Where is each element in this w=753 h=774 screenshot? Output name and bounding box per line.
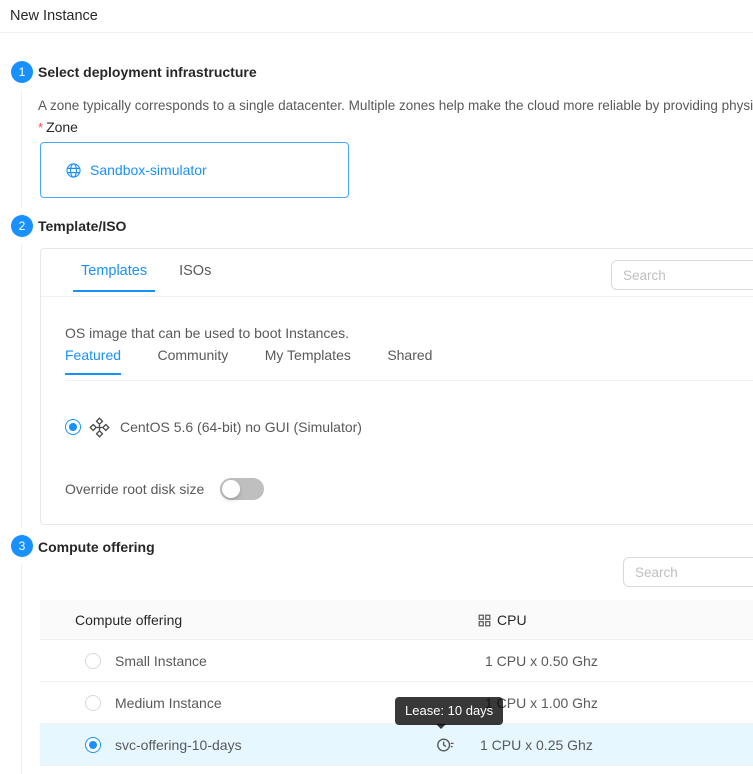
step-1-title: Select deployment infrastructure bbox=[38, 64, 257, 80]
table-header: Compute offering CPU bbox=[40, 600, 753, 640]
column-compute-offering: Compute offering bbox=[75, 600, 182, 640]
template-description: OS image that can be used to boot Instan… bbox=[65, 325, 349, 341]
filter-tab-featured[interactable]: Featured bbox=[65, 347, 121, 375]
column-cpu: CPU bbox=[478, 600, 527, 640]
step-2-title: Template/ISO bbox=[38, 218, 126, 234]
clock-icon[interactable] bbox=[436, 736, 454, 754]
column-cpu-label: CPU bbox=[497, 612, 527, 628]
globe-icon bbox=[65, 162, 82, 179]
zone-description: A zone typically corresponds to a single… bbox=[38, 98, 753, 113]
override-root-disk-label: Override root disk size bbox=[65, 481, 204, 497]
step-3-badge: 3 bbox=[11, 535, 33, 557]
step-2-badge: 2 bbox=[11, 215, 33, 237]
template-option-centos[interactable]: CentOS 5.6 (64-bit) no GUI (Simulator) bbox=[65, 412, 362, 442]
table-row-svc-offering-10-days[interactable]: svc-offering-10-days 1 CPU x 0.25 Ghz bbox=[40, 724, 753, 766]
step-3-title: Compute offering bbox=[38, 539, 155, 555]
tab-isos[interactable]: ISOs bbox=[163, 249, 227, 291]
template-radio[interactable] bbox=[65, 419, 81, 435]
zone-field-label: *Zone bbox=[38, 119, 78, 135]
page-title: New Instance bbox=[10, 8, 98, 24]
offering-name: svc-offering-10-days bbox=[115, 724, 242, 766]
template-search-input[interactable] bbox=[611, 260, 753, 290]
override-root-disk-row: Override root disk size bbox=[65, 477, 264, 501]
centos-icon bbox=[89, 417, 110, 438]
offering-name: Small Instance bbox=[115, 640, 207, 682]
offering-cpu: 1 CPU x 0.25 Ghz bbox=[480, 724, 593, 766]
step-1-badge: 1 bbox=[11, 61, 33, 83]
compute-search-input[interactable] bbox=[623, 557, 753, 587]
template-iso-card: Templates ISOs OS image that can be used… bbox=[40, 248, 753, 525]
template-tab-bar: Templates ISOs bbox=[41, 249, 753, 297]
override-root-disk-toggle[interactable] bbox=[220, 478, 264, 500]
new-instance-page: New Instance 1 2 3 Select deployment inf… bbox=[0, 0, 753, 774]
row-radio[interactable] bbox=[85, 695, 101, 711]
filter-tab-community[interactable]: Community bbox=[158, 347, 229, 375]
tab-templates[interactable]: Templates bbox=[65, 249, 163, 291]
step-connector bbox=[21, 564, 22, 774]
filter-tab-my-templates[interactable]: My Templates bbox=[265, 347, 351, 375]
row-radio[interactable] bbox=[85, 737, 101, 753]
step-connector bbox=[21, 244, 22, 528]
template-option-label: CentOS 5.6 (64-bit) no GUI (Simulator) bbox=[120, 419, 362, 435]
zone-label-text: Zone bbox=[46, 119, 78, 135]
template-filter-tabs: Featured Community My Templates Shared bbox=[65, 347, 753, 381]
step-connector bbox=[21, 90, 22, 208]
filter-tab-shared[interactable]: Shared bbox=[387, 347, 432, 375]
row-radio[interactable] bbox=[85, 653, 101, 669]
page-header: New Instance bbox=[0, 0, 753, 33]
zone-card-sandbox-simulator[interactable]: Sandbox-simulator bbox=[40, 142, 349, 198]
offering-name: Medium Instance bbox=[115, 682, 222, 724]
zone-name: Sandbox-simulator bbox=[90, 162, 207, 178]
offering-cpu: 1 CPU x 0.50 Ghz bbox=[485, 640, 598, 682]
compute-offering-table: Compute offering CPU Small Instance 1 CP… bbox=[40, 600, 753, 766]
required-asterisk: * bbox=[38, 120, 43, 135]
table-row-small-instance[interactable]: Small Instance 1 CPU x 0.50 Ghz bbox=[40, 640, 753, 682]
lease-tooltip: Lease: 10 days bbox=[395, 697, 503, 725]
grid-icon bbox=[478, 614, 491, 627]
